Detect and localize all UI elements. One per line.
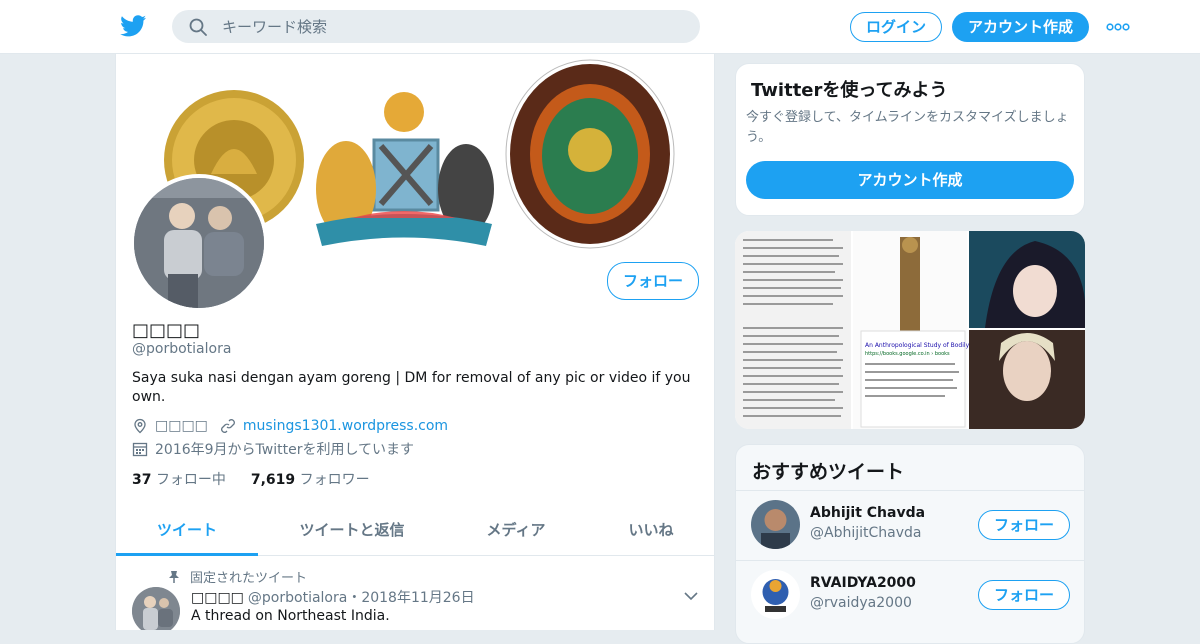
recommended-item[interactable]: Abhijit Chavda @AbhijitChavda フォロー <box>736 490 1084 560</box>
profile-joined-row: 2016年9月からTwitterを利用しています <box>132 439 414 459</box>
follow-button[interactable]: フォロー <box>607 262 699 300</box>
profile-location-row: □□□□ musings1301.wordpress.com <box>132 418 448 434</box>
tweet-handle-date[interactable]: @porbotialora・2018年11月26日 <box>248 590 475 606</box>
signup-button[interactable]: アカウント作成 <box>952 12 1089 42</box>
signup-card-button[interactable]: アカウント作成 <box>746 161 1074 199</box>
more-icon[interactable] <box>1106 22 1130 32</box>
media-grid: An Anthropological Study of Bodily Heigh… <box>735 231 1085 429</box>
followers-stat[interactable]: 7,619 フォロワー <box>251 472 370 488</box>
avatar[interactable] <box>751 500 800 549</box>
recommended-handle[interactable]: @AbhijitChavda <box>810 525 921 541</box>
profile-stats: 37 フォロー中 7,619 フォロワー <box>132 469 370 489</box>
twitter-bird-icon[interactable] <box>120 14 146 38</box>
location-icon <box>134 418 146 434</box>
tweet-avatar[interactable] <box>132 587 180 630</box>
search-box <box>172 10 700 43</box>
top-bar: ログイン アカウント作成 <box>0 0 1200 54</box>
login-button[interactable]: ログイン <box>850 12 942 42</box>
followers-label: フォロワー <box>299 472 370 488</box>
following-count: 37 <box>132 472 152 488</box>
recommended-card: おすすめツイート Abhijit Chavda @AbhijitChavda フ… <box>735 444 1085 644</box>
link-icon <box>220 419 235 433</box>
recommended-item[interactable]: RVAIDYA2000 @rvaidya2000 フォロー <box>736 560 1084 630</box>
follow-button[interactable]: フォロー <box>978 510 1070 540</box>
tab-tweets-and-replies[interactable]: ツイートと返信 <box>278 506 426 556</box>
media-thumbnails[interactable]: An Anthropological Study of Bodily Heigh… <box>735 231 1085 429</box>
search-input[interactable] <box>222 10 682 43</box>
profile-tabs: ツイート ツイートと返信 メディア いいね <box>116 506 714 556</box>
profile-column: フォロー □□□□ @porbotialora Saya suka nasi d… <box>115 54 715 630</box>
following-stat[interactable]: 37 フォロー中 <box>132 472 226 488</box>
recommended-title: おすすめツイート <box>752 461 905 483</box>
search-icon <box>189 18 207 36</box>
signup-card-text: 今すぐ登録して、タイムラインをカスタマイズしましょう。 <box>746 110 1069 145</box>
follow-button[interactable]: フォロー <box>978 580 1070 610</box>
tweet-header: □□□□ @porbotialora・2018年11月26日 <box>191 587 475 607</box>
profile-website-link[interactable]: musings1301.wordpress.com <box>243 418 448 434</box>
signup-card: Twitterを使ってみよう 今すぐ登録して、タイムラインをカスタマイズしましょ… <box>735 63 1085 216</box>
tweet-text: A thread on Northeast India. <box>191 608 390 624</box>
recommended-name[interactable]: Abhijit Chavda <box>810 505 925 521</box>
recommended-name[interactable]: RVAIDYA2000 <box>810 575 916 591</box>
profile-name: □□□□ <box>132 320 201 341</box>
profile-bio: Saya suka nasi dengan ayam goreng | DM f… <box>132 370 691 405</box>
profile-handle[interactable]: @porbotialora <box>132 341 231 357</box>
profile-avatar[interactable] <box>130 174 268 312</box>
signup-card-title: Twitterを使ってみよう <box>751 80 948 101</box>
following-label: フォロー中 <box>155 472 226 488</box>
chevron-down-icon[interactable] <box>684 591 698 601</box>
tweet-author-name[interactable]: □□□□ <box>191 590 244 606</box>
profile-joined-date: 2016年9月からTwitterを利用しています <box>155 442 415 458</box>
tab-media[interactable]: メディア <box>466 506 566 556</box>
tab-tweets[interactable]: ツイート <box>116 506 258 556</box>
media-caption-link[interactable]: https://books.google.co.in › books <box>865 351 950 357</box>
pinned-indicator: 固定されたツイート <box>168 567 307 586</box>
followers-count: 7,619 <box>250 472 296 488</box>
avatar[interactable] <box>751 570 800 619</box>
recommended-handle[interactable]: @rvaidya2000 <box>810 595 912 611</box>
pinned-label: 固定されたツイート <box>190 571 308 586</box>
profile-location: □□□□ <box>155 418 208 434</box>
pin-icon <box>169 570 179 583</box>
tab-likes[interactable]: いいね <box>606 506 696 556</box>
calendar-icon <box>132 442 148 457</box>
